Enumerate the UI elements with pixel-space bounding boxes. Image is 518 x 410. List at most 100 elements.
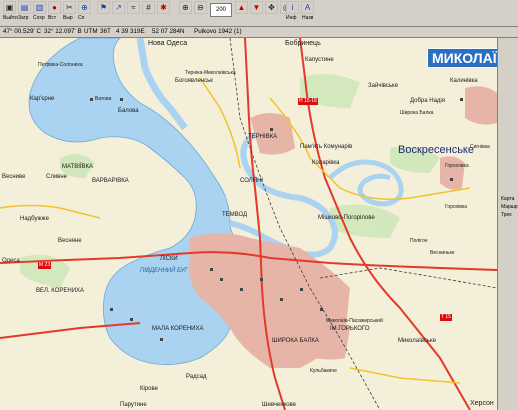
map-label: Воскресенське xyxy=(398,144,474,156)
map-label: Миколаїв-Пасажирський xyxy=(326,318,383,324)
latitude-readout: 47° 00.529' С xyxy=(3,28,42,35)
map-label: Сливне xyxy=(46,174,68,180)
map-label: Мішково-Погорілове xyxy=(318,215,375,221)
route-tool-button[interactable]: ↗ xyxy=(112,1,125,14)
map-label: МАТВІЇВКА xyxy=(62,164,94,170)
map-label: Горохівка xyxy=(445,204,468,210)
map-label: Коларівка xyxy=(312,160,340,166)
grid-icon: # xyxy=(146,2,151,12)
map-label: Богоявленськ xyxy=(175,78,213,84)
easting-readout: 4 39 319E xyxy=(116,28,145,35)
map-label: Кульбакине xyxy=(310,368,337,374)
route-icon: ↗ xyxy=(115,2,122,12)
main-toolbar: ▣ ▤ ▥ ● ✂ ⊕ Выйти Загр Сохр Вст Выр Сп ⚑… xyxy=(0,0,518,27)
save-icon: ▥ xyxy=(35,2,44,12)
map-canvas[interactable]: МИКОЛАЇВ Нова Одеса Бобринець Богоявленс… xyxy=(0,38,497,410)
map-label: Добра Надія xyxy=(410,98,445,104)
magnifier-minus-icon: ⊖ xyxy=(197,2,204,12)
gps-button[interactable]: ✱ xyxy=(157,1,170,14)
map-graphics xyxy=(0,38,497,410)
grid-tool-button[interactable]: # xyxy=(142,1,155,14)
right-side-panel: Карта Маршр Трек xyxy=(497,38,518,410)
move-icon: ✥ xyxy=(268,2,275,12)
map-label: ІМ.ГОРЬКОГО xyxy=(330,326,370,332)
reference-button[interactable]: ⊕ xyxy=(78,1,91,14)
map-label: Бобринець xyxy=(285,40,321,47)
save-label: Сохр xyxy=(33,15,45,21)
track-icon: ≈ xyxy=(131,2,136,12)
text-icon: A xyxy=(304,2,311,12)
scale-input[interactable]: 200 xyxy=(210,3,232,17)
tab-map[interactable]: Карта xyxy=(501,196,514,202)
map-label: Балова xyxy=(118,108,139,114)
info-label: Инф xyxy=(286,15,297,21)
map-label: Миколаївське xyxy=(398,338,437,344)
flag-icon: ⚑ xyxy=(99,2,108,12)
road-number-badge: H 15-18 xyxy=(298,98,318,105)
map-label: МАЛА КОРЕНИХА xyxy=(152,326,204,332)
pan-down-button[interactable]: ▼ xyxy=(250,1,263,14)
insert-label: Вст xyxy=(48,15,57,21)
info-button-group: i A xyxy=(285,1,315,25)
map-label: Сигнівка xyxy=(470,144,490,150)
map-label: Надбужже xyxy=(20,216,49,222)
map-label: Терніка-Миколаївська xyxy=(185,70,236,76)
scissors-icon: ✂ xyxy=(66,2,73,12)
insert-button[interactable]: ● xyxy=(48,1,61,14)
info-button[interactable]: i xyxy=(286,1,299,14)
name-button[interactable]: A xyxy=(301,1,314,14)
load-button[interactable]: ▤ xyxy=(18,1,31,14)
tab-routes[interactable]: Маршр xyxy=(501,204,518,210)
cut-button[interactable]: ✂ xyxy=(63,1,76,14)
coordinates-statusbar: 47° 00.529' С 32° 12.097' В UTM 36T 4 39… xyxy=(0,27,518,38)
crosshair-icon: ⊕ xyxy=(81,2,88,12)
map-label: Шевченкове xyxy=(262,402,297,408)
zoom-in-button[interactable]: ⊕ xyxy=(179,1,192,14)
tab-tracks[interactable]: Трек xyxy=(501,212,512,218)
save-button[interactable]: ▥ xyxy=(33,1,46,14)
map-label: Капустине xyxy=(305,57,334,63)
magnifier-plus-icon: ⊕ xyxy=(182,2,189,12)
waypoint-tool-button[interactable]: ⚑ xyxy=(97,1,110,14)
arrow-up-icon: ▲ xyxy=(237,2,246,12)
cut-label: Выр xyxy=(63,15,73,21)
utm-label: UTM xyxy=(84,28,98,35)
map-label: Зайчівське xyxy=(368,83,399,89)
map-label: Гороховка xyxy=(445,163,469,169)
road-number-badge: M 23 xyxy=(38,262,52,269)
road-number-badge: T 15 xyxy=(440,314,452,321)
track-tool-button[interactable]: ≈ xyxy=(127,1,140,14)
utm-zone-readout: 36T xyxy=(100,28,111,35)
northing-readout: 52 07 284N xyxy=(152,28,185,35)
zoom-out-button[interactable]: ⊖ xyxy=(194,1,207,14)
map-label: Полігон xyxy=(410,238,428,244)
pan-up-button[interactable]: ▲ xyxy=(235,1,248,14)
map-label: Весниве xyxy=(2,174,26,180)
insert-icon: ● xyxy=(52,2,57,12)
map-label: Нова Одеса xyxy=(148,40,188,47)
name-label: Назв xyxy=(302,15,314,21)
map-label: Пам'ять Комунарів xyxy=(300,144,353,150)
longitude-readout: 32° 12.097' В xyxy=(44,28,82,35)
map-label: Кар'єрне xyxy=(30,96,55,102)
map-label: Ватова xyxy=(95,96,112,102)
info-icon: i xyxy=(291,2,294,12)
map-label: Херсон xyxy=(470,400,494,407)
map-label: ВАРВАРІВКА xyxy=(92,178,129,184)
arrow-down-icon: ▼ xyxy=(252,2,261,12)
load-label: Загр xyxy=(18,15,29,21)
map-label: Радсад xyxy=(186,374,207,380)
map-label: Весниньке xyxy=(430,250,455,256)
map-label: СОЛЯНІ xyxy=(240,178,264,184)
exit-button[interactable]: ▣ xyxy=(3,1,16,14)
map-label: Кірове xyxy=(140,386,158,392)
map-label: ШИРОКА БАЛКА xyxy=(272,338,319,344)
mode-button-group: ⚑ ↗ ≈ # ✱ xyxy=(96,1,171,25)
load-icon: ▤ xyxy=(20,2,29,12)
satellite-icon: ✱ xyxy=(160,2,167,12)
city-name-badge: МИКОЛАЇВ xyxy=(427,48,497,68)
map-app-window: ▣ ▤ ▥ ● ✂ ⊕ Выйти Загр Сохр Вст Выр Сп ⚑… xyxy=(0,0,518,410)
exit-icon: ▣ xyxy=(5,2,14,12)
move-button[interactable]: ✥ xyxy=(265,1,278,14)
map-label: Весняне xyxy=(58,238,82,244)
